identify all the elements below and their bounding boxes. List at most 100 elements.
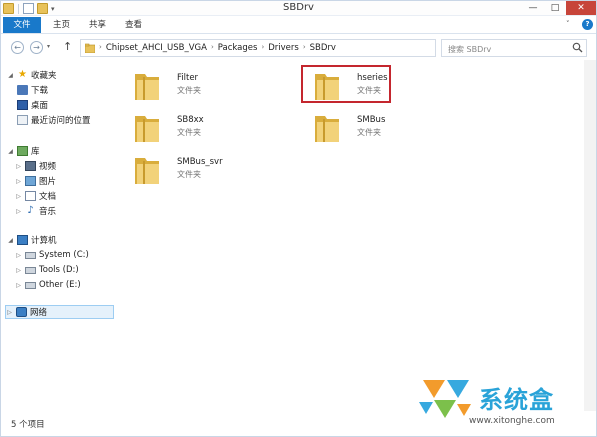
star-icon: ★ xyxy=(18,69,27,80)
breadcrumb-separator: › xyxy=(210,43,214,51)
sidebar-item-desktop[interactable]: 桌面 xyxy=(17,98,48,112)
expand-icon[interactable]: ▷ xyxy=(15,267,22,274)
search-icon[interactable] xyxy=(572,42,583,53)
sidebar-item-label: 计算机 xyxy=(31,236,57,246)
sidebar-item-label: 视频 xyxy=(39,162,57,172)
folder-name: SMBus xyxy=(357,115,386,125)
collapse-icon[interactable]: ◢ xyxy=(7,237,14,244)
collapse-icon[interactable]: ◢ xyxy=(7,72,14,79)
folder-type: 文件夹 xyxy=(177,86,201,95)
folder-type: 文件夹 xyxy=(177,128,201,137)
network-icon xyxy=(16,307,27,317)
folder-type: 文件夹 xyxy=(177,170,201,179)
picture-icon xyxy=(25,176,36,186)
collapse-icon[interactable]: ◢ xyxy=(7,148,14,155)
drive-icon xyxy=(25,266,36,274)
close-button[interactable]: ✕ xyxy=(566,1,596,15)
drive-icon xyxy=(25,251,36,259)
minimize-button[interactable]: — xyxy=(522,1,544,15)
recent-locations-icon[interactable]: ▾ xyxy=(47,43,50,50)
expand-icon[interactable]: ▷ xyxy=(15,163,22,170)
expand-icon[interactable]: ▷ xyxy=(6,309,13,316)
sidebar-item-label: 最近访问的位置 xyxy=(31,116,91,126)
folder-type: 文件夹 xyxy=(357,128,381,137)
folder-icon xyxy=(135,116,159,142)
search-input[interactable]: 搜索 SBDrv xyxy=(441,39,587,57)
sidebar-item-label: 收藏夹 xyxy=(31,71,57,81)
sidebar-item-documents[interactable]: ▷ 文档 xyxy=(15,189,56,203)
watermark-logo: 系统盒 www.xitonghe.com xyxy=(401,376,591,431)
brand-logo-icon xyxy=(419,380,471,418)
sidebar-item-label: Other (E:) xyxy=(39,280,81,290)
tab-view[interactable]: 查看 xyxy=(117,18,150,33)
up-button[interactable]: ↑ xyxy=(63,40,72,53)
address-bar[interactable]: › Chipset_AHCI_USB_VGA › Packages › Driv… xyxy=(80,39,509,58)
expand-icon[interactable]: ▷ xyxy=(15,252,22,259)
music-note-icon: ♪ xyxy=(27,205,34,216)
document-icon xyxy=(25,191,36,201)
expand-icon[interactable]: ▷ xyxy=(15,178,22,185)
folder-icon xyxy=(135,158,159,184)
sidebar-item-computer[interactable]: ◢ 计算机 xyxy=(7,233,57,247)
search-placeholder: 搜索 SBDrv xyxy=(448,45,492,54)
tab-home[interactable]: 主页 xyxy=(45,18,78,33)
folder-icon xyxy=(135,74,159,100)
vertical-scrollbar[interactable] xyxy=(584,60,596,411)
breadcrumb-item[interactable]: Packages xyxy=(218,43,258,53)
sidebar-item-recent-places[interactable]: 最近访问的位置 xyxy=(17,113,91,127)
sidebar-item-drive-d[interactable]: ▷ Tools (D:) xyxy=(15,263,79,277)
explorer-window: ▾ SBDrv — □ ✕ 文件 主页 共享 查看 ˅ ? ← → ▾ ↑ › … xyxy=(0,0,597,437)
folder-item-filter[interactable]: Filter 文件夹 xyxy=(129,68,299,106)
computer-icon xyxy=(17,235,28,245)
folder-name: SB8xx xyxy=(177,115,204,125)
breadcrumb-separator: › xyxy=(261,43,265,51)
tab-share[interactable]: 共享 xyxy=(81,18,114,33)
folder-item-sb8xx[interactable]: SB8xx 文件夹 xyxy=(129,110,299,148)
sidebar-item-label: 音乐 xyxy=(39,207,57,217)
maximize-button[interactable]: □ xyxy=(544,1,566,15)
sidebar-item-label: 文档 xyxy=(39,192,57,202)
help-icon[interactable]: ? xyxy=(582,19,593,30)
library-icon xyxy=(17,146,28,156)
sidebar-item-pictures[interactable]: ▷ 图片 xyxy=(15,174,56,188)
sidebar-item-libraries[interactable]: ◢ 库 xyxy=(7,144,40,158)
folder-item-smbus-svr[interactable]: SMBus_svr 文件夹 xyxy=(129,152,299,190)
folder-icon xyxy=(315,116,339,142)
desktop-icon xyxy=(17,100,28,110)
sidebar-item-favorites[interactable]: ◢ ★ 收藏夹 xyxy=(7,68,57,82)
sidebar-item-label: 图片 xyxy=(39,177,57,187)
expand-icon[interactable]: ▷ xyxy=(15,208,22,215)
sidebar-item-label: 桌面 xyxy=(31,101,49,111)
sidebar-item-drive-e[interactable]: ▷ Other (E:) xyxy=(15,278,81,292)
forward-button[interactable]: → xyxy=(30,41,43,54)
drive-icon xyxy=(25,281,36,289)
breadcrumb-separator: › xyxy=(99,43,102,51)
breadcrumb-item[interactable]: Chipset_AHCI_USB_VGA xyxy=(106,43,207,53)
breadcrumb-separator: › xyxy=(302,43,306,51)
folder-name: SMBus_svr xyxy=(177,157,223,167)
breadcrumb-item[interactable]: Drivers xyxy=(268,43,299,53)
ribbon-expand-icon[interactable]: ˅ xyxy=(566,20,570,28)
back-button[interactable]: ← xyxy=(11,41,24,54)
sidebar-item-downloads[interactable]: 下载 xyxy=(17,83,48,97)
folder-name: Filter xyxy=(177,73,199,83)
watermark-brand: 系统盒 xyxy=(479,386,554,414)
recent-places-icon xyxy=(17,115,28,125)
expand-icon[interactable]: ▷ xyxy=(15,193,22,200)
tab-file[interactable]: 文件 xyxy=(3,17,41,33)
sidebar-item-label: System (C:) xyxy=(39,250,89,260)
sidebar-item-label: Tools (D:) xyxy=(39,265,79,275)
breadcrumb-item[interactable]: SBDrv xyxy=(310,43,336,53)
sidebar-item-network[interactable]: ▷ 网络 xyxy=(5,305,114,319)
breadcrumb: › Chipset_AHCI_USB_VGA › Packages › Driv… xyxy=(99,43,336,53)
download-folder-icon xyxy=(17,85,28,95)
ribbon-tabs: 文件 主页 共享 查看 ˅ ? xyxy=(1,16,596,34)
sidebar-item-videos[interactable]: ▷ 视频 xyxy=(15,159,56,173)
expand-icon[interactable]: ▷ xyxy=(15,282,22,289)
video-icon xyxy=(25,161,36,171)
watermark-url: www.xitonghe.com xyxy=(469,416,555,426)
sidebar-item-music[interactable]: ▷ ♪ 音乐 xyxy=(15,204,56,218)
folder-item-smbus[interactable]: SMBus 文件夹 xyxy=(309,110,479,148)
sidebar-item-label: 网络 xyxy=(30,308,48,318)
sidebar-item-drive-c[interactable]: ▷ System (C:) xyxy=(15,248,89,262)
